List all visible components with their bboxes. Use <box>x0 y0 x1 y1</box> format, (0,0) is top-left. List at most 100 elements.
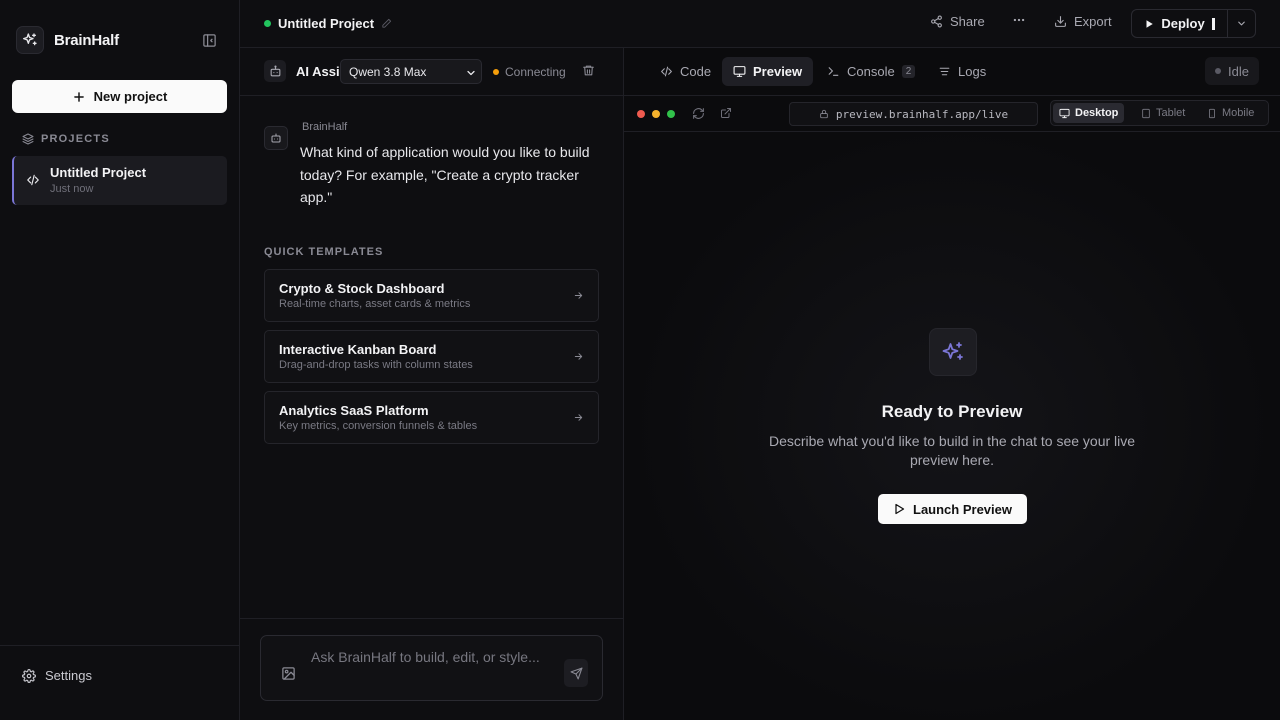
cursor-caret-icon <box>1211 17 1215 30</box>
export-button[interactable]: Export <box>1054 14 1112 29</box>
settings-label: Settings <box>45 668 92 683</box>
chevron-down-icon <box>467 70 475 76</box>
arrow-right-icon <box>574 292 583 299</box>
arrow-right-icon <box>574 414 583 421</box>
sidebar: BrainHalf New project PROJECTS Untitled … <box>0 0 240 720</box>
gear-icon <box>22 668 36 683</box>
deploy-button[interactable]: Deploy <box>1132 10 1228 37</box>
template-card-kanban[interactable]: Interactive Kanban Board Drag-and-drop t… <box>264 330 599 383</box>
maximize-dot-icon <box>667 110 675 118</box>
console-count-badge: 2 <box>901 65 916 78</box>
sidebar-footer: Settings <box>0 645 239 720</box>
more-options-button[interactable] <box>1012 13 1026 27</box>
chevron-down-icon <box>1238 21 1245 26</box>
panel-left-icon <box>202 33 216 47</box>
arrow-right-icon <box>574 353 583 360</box>
new-project-button[interactable]: New project <box>12 80 227 113</box>
code-icon <box>661 66 672 77</box>
deploy-label: Deploy <box>1161 16 1205 31</box>
tab-console[interactable]: Console 2 <box>816 57 926 86</box>
template-title: Interactive Kanban Board <box>279 342 437 357</box>
tab-label: Code <box>680 64 712 79</box>
model-select[interactable]: Qwen 3.8 Max <box>340 59 482 84</box>
message-text: What kind of application would you like … <box>300 144 590 205</box>
trash-icon[interactable] <box>582 64 595 77</box>
deploy-control: Deploy <box>1131 9 1256 38</box>
close-dot-icon <box>637 110 645 118</box>
chat-input[interactable] <box>311 649 551 665</box>
tab-code[interactable]: Code <box>649 57 722 86</box>
send-icon <box>570 667 582 679</box>
tablet-icon <box>1142 108 1150 118</box>
monitor-icon <box>733 66 746 77</box>
play-icon <box>1146 19 1154 28</box>
project-item-untitled[interactable]: Untitled Project Just now <box>12 156 227 205</box>
new-project-label: New project <box>93 89 168 104</box>
device-mobile[interactable]: Mobile <box>1201 103 1260 123</box>
collapse-sidebar-button[interactable] <box>200 31 218 49</box>
external-link-icon[interactable] <box>720 107 732 119</box>
chat-header: AI Assistant Qwen 3.8 Max Connecting <box>240 48 623 96</box>
topbar: Untitled Project Share Export Deploy <box>240 0 1280 48</box>
brand[interactable]: BrainHalf <box>16 26 119 54</box>
preview-stage: Ready to Preview Describe what you'd lik… <box>624 132 1280 720</box>
device-desktop[interactable]: Desktop <box>1053 103 1125 123</box>
composer-area <box>240 618 623 720</box>
template-card-analytics[interactable]: Analytics SaaS Platform Key metrics, con… <box>264 391 599 444</box>
connection-status-label: Connecting <box>505 65 566 79</box>
layers-icon <box>22 133 34 145</box>
device-tablet[interactable]: Tablet <box>1135 103 1191 123</box>
more-horizontal-icon <box>1013 18 1025 22</box>
project-title-group: Untitled Project <box>264 16 392 31</box>
preview-status-dot <box>1215 68 1221 74</box>
preview-panel: Code Preview Console 2 Logs Idle preview… <box>624 48 1280 720</box>
device-label: Mobile <box>1222 107 1255 119</box>
connection-status: Connecting <box>493 65 566 79</box>
template-subtitle: Key metrics, conversion funnels & tables <box>279 420 478 432</box>
model-select-value: Qwen 3.8 Max <box>349 64 427 79</box>
tab-preview[interactable]: Preview <box>722 57 814 86</box>
empty-state-description: Describe what you'd like to build in the… <box>768 433 1136 468</box>
image-upload-icon[interactable] <box>281 666 296 681</box>
templates-header: QUICK TEMPLATES <box>264 246 384 258</box>
pencil-icon[interactable] <box>381 18 392 29</box>
device-label: Tablet <box>1156 107 1186 119</box>
composer <box>260 635 603 701</box>
device-switcher: Desktop Tablet Mobile <box>1050 100 1269 126</box>
template-subtitle: Drag-and-drop tasks with column states <box>279 359 473 371</box>
browser-bar: preview.brainhalf.app/live Desktop Table… <box>624 96 1280 132</box>
share-icon <box>931 15 942 28</box>
share-button[interactable]: Share <box>930 14 985 29</box>
bot-icon <box>264 126 288 150</box>
sparkle-logo-icon <box>16 26 44 54</box>
plus-icon <box>73 91 84 102</box>
refresh-icon[interactable] <box>692 107 705 120</box>
lock-icon <box>820 109 828 119</box>
send-button[interactable] <box>564 659 588 687</box>
url-bar[interactable]: preview.brainhalf.app/live <box>789 102 1038 126</box>
launch-preview-button[interactable]: Launch Preview <box>878 494 1027 524</box>
preview-status-badge: Idle <box>1205 57 1259 85</box>
template-title: Crypto & Stock Dashboard <box>279 281 445 296</box>
settings-button[interactable]: Settings <box>22 668 92 683</box>
sparkles-icon <box>929 328 977 376</box>
share-label: Share <box>950 14 985 29</box>
project-timestamp: Just now <box>50 183 94 195</box>
message-author: BrainHalf <box>302 121 348 133</box>
tab-label: Preview <box>753 64 803 79</box>
tab-label: Logs <box>958 64 987 79</box>
preview-tabs: Code Preview Console 2 Logs Idle <box>624 48 1280 96</box>
launch-preview-label: Launch Preview <box>913 501 1012 517</box>
play-icon <box>895 503 905 515</box>
tab-logs[interactable]: Logs <box>927 57 997 86</box>
projects-header-label: PROJECTS <box>41 133 110 145</box>
connection-status-dot <box>493 69 499 75</box>
url-text: preview.brainhalf.app/live <box>835 107 1009 121</box>
app-root: BrainHalf New project PROJECTS Untitled … <box>0 0 1280 720</box>
template-title: Analytics SaaS Platform <box>279 403 429 418</box>
minimize-dot-icon <box>652 110 660 118</box>
project-title: Untitled Project <box>50 165 147 180</box>
list-icon <box>939 67 950 76</box>
template-card-crypto[interactable]: Crypto & Stock Dashboard Real-time chart… <box>264 269 599 322</box>
deploy-options-button[interactable] <box>1228 18 1255 29</box>
